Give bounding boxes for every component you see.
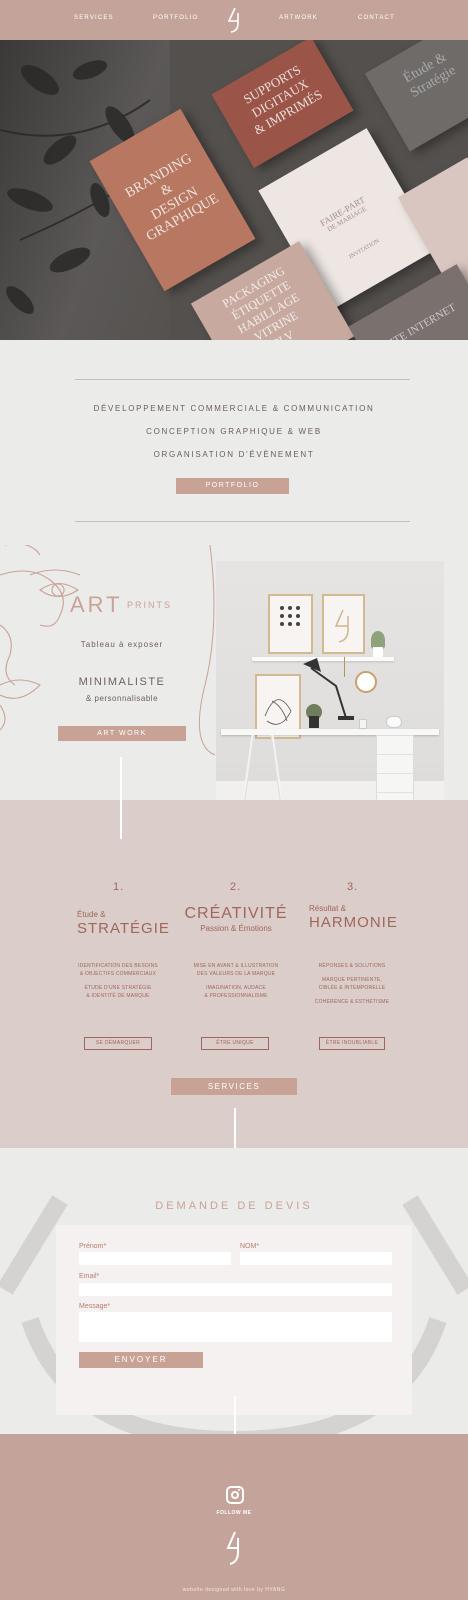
intro-line-3: Organisation d'évènement: [153, 450, 315, 459]
top-navigation: SERVICES PORTFOLIO ARTWORK CONTACT: [0, 0, 468, 40]
prints-title: PRINTS: [127, 600, 173, 610]
nav-link-artwork[interactable]: ARTWORK: [279, 15, 318, 21]
step-1-number: 1.: [113, 881, 125, 893]
prenom-label: Prénom*: [79, 1243, 107, 1250]
card-etude: Étude & Stratégie: [364, 40, 468, 152]
step-2-number: 2.: [230, 881, 242, 893]
email-label: Email*: [79, 1273, 100, 1280]
face-line-art: [0, 545, 216, 755]
step-3-title: HARMONIE: [309, 914, 398, 931]
intro-line-1: Développement commerciale & communicatio…: [93, 404, 375, 413]
frame-2: [322, 594, 365, 654]
etre-unique-button[interactable]: ÊTRE UNIQUE: [201, 1037, 269, 1050]
vertical-line-1: [120, 757, 122, 839]
prenom-input[interactable]: [79, 1252, 231, 1265]
message-input[interactable]: [79, 1312, 392, 1342]
devis-form: Prénom* NOM* Email* Message* ENVOYER: [56, 1225, 412, 1415]
nom-input[interactable]: [240, 1252, 392, 1265]
nom-label: NOM*: [240, 1243, 260, 1250]
services-button[interactable]: SERVICES: [171, 1078, 297, 1095]
step-3-small: Résultat &: [309, 904, 346, 913]
footer-logo-icon: [225, 1528, 245, 1568]
divider-bottom: [75, 521, 410, 522]
message-label: Message*: [79, 1303, 111, 1310]
art-title: ART: [70, 592, 123, 617]
se-demarquer-button[interactable]: SE DÉMARQUER: [84, 1037, 152, 1050]
art-room-image: [216, 561, 444, 840]
frame-1: [268, 594, 313, 654]
follow-me-label: FOLLOW ME: [216, 1510, 252, 1516]
envoyer-button[interactable]: ENVOYER: [79, 1352, 203, 1368]
step-1-title: STRATÉGIE: [77, 920, 170, 937]
art-subtitle: Tableau à exposer: [80, 640, 164, 649]
instagram-icon[interactable]: [226, 1486, 244, 1504]
nav-link-contact[interactable]: CONTACT: [358, 15, 395, 21]
hero-image: SUPPORTS DIGITAUX & IMPRIMÉS Étude & Str…: [0, 40, 468, 340]
step-2-title: CRÉATIVITÉ: [184, 905, 288, 922]
step-1-body: IDENTIFICATION DES BESOINS & OBJECTIFS C…: [78, 963, 158, 999]
art-perso: & personnalisable: [85, 694, 159, 703]
divider-top: [75, 379, 410, 380]
step-3-body: RÉPONSES & SOLUTIONS MARQUE PERTINENTE, …: [314, 963, 390, 1005]
portfolio-button[interactable]: PORTFOLIO: [176, 478, 289, 494]
credit-text: website designed with love by HYANG: [182, 1587, 286, 1593]
nav-link-services[interactable]: SERVICES: [74, 15, 114, 21]
email-input[interactable]: [79, 1283, 392, 1296]
step-1-small: Étude &: [77, 910, 106, 919]
devis-title: DEMANDE DE DEVIS: [155, 1200, 313, 1212]
devis-section: DEMANDE DE DEVIS Prénom* NOM* Email* Mes…: [0, 1148, 468, 1434]
nav-link-portfolio[interactable]: PORTFOLIO: [153, 15, 198, 21]
intro-line-2: Conception graphique & web: [146, 427, 322, 436]
art-minimal: MINIMALISTE: [78, 676, 166, 688]
artwork-button[interactable]: ART WORK: [58, 726, 186, 741]
step-3-number: 3.: [347, 881, 359, 893]
etre-inoubliable-button[interactable]: ÊTRE INOUBLIABLE: [319, 1037, 385, 1050]
logo-mark-icon[interactable]: [226, 5, 244, 35]
step-2-small: Passion & Émotions: [200, 924, 272, 933]
step-2-body: MISE EN AVANT & ILLUSTRATION DES VALEURS…: [193, 963, 279, 999]
footer: [0, 1434, 468, 1600]
